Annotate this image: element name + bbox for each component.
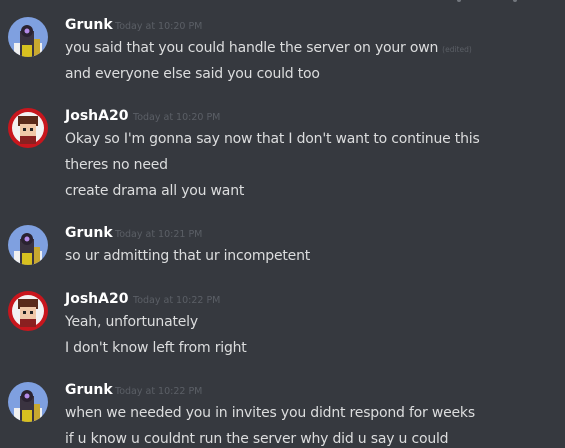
timestamp: Today at 10:20 PM xyxy=(115,21,203,32)
message-line: and everyone else said you could too xyxy=(65,66,320,82)
username[interactable]: Grunk xyxy=(65,17,113,33)
josh-avatar[interactable] xyxy=(8,291,48,331)
josh-avatar[interactable] xyxy=(8,108,48,148)
grunk-avatar[interactable] xyxy=(8,382,48,422)
message-text: you said that you could handle the serve… xyxy=(65,40,439,56)
message-line: you said that you could handle the serve… xyxy=(65,40,472,56)
message-line: Yeah, unfortunately xyxy=(65,314,198,330)
message-line: when we needed you in invites you didnt … xyxy=(65,405,475,421)
message-line: theres no need xyxy=(65,157,168,173)
username[interactable]: JoshA20 xyxy=(65,108,128,124)
timestamp: Today at 10:22 PM xyxy=(115,386,203,397)
username[interactable]: Grunk xyxy=(65,382,113,398)
scroll-hint xyxy=(425,0,565,4)
message-line: create drama all you want xyxy=(65,183,245,199)
grunk-avatar[interactable] xyxy=(8,225,48,265)
username[interactable]: JoshA20 xyxy=(65,291,128,307)
timestamp: Today at 10:21 PM xyxy=(115,229,203,240)
chat-messages: Grunk Today at 10:20 PM you said that yo… xyxy=(0,0,565,448)
message-line: so ur admitting that ur incompetent xyxy=(65,248,311,264)
grunk-avatar[interactable] xyxy=(8,17,48,57)
edited-tag: (edited) xyxy=(442,45,472,54)
message-line: Okay so I'm gonna say now that I don't w… xyxy=(65,131,480,147)
timestamp: Today at 10:20 PM xyxy=(133,112,221,123)
message-line: if u know u couldnt run the server why d… xyxy=(65,431,449,447)
username[interactable]: Grunk xyxy=(65,225,113,241)
timestamp: Today at 10:22 PM xyxy=(133,295,221,306)
message-line: I don't know left from right xyxy=(65,340,247,356)
